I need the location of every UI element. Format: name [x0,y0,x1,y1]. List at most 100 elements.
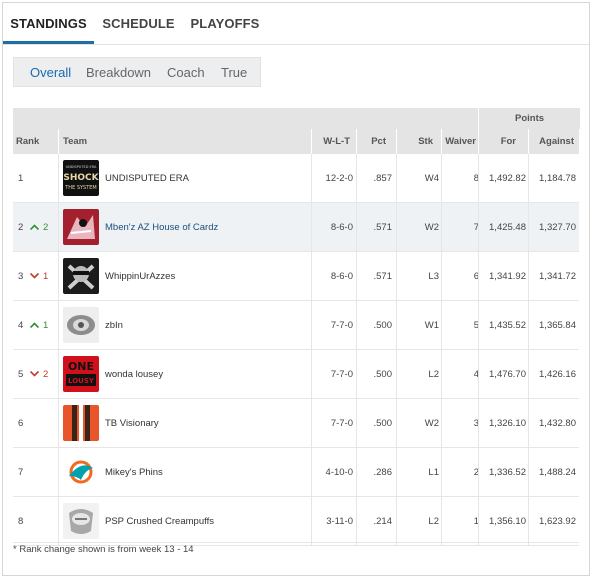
column-divider [58,497,59,546]
waiver-value: 7 [473,222,479,233]
column-divider [528,252,529,301]
column-divider [441,154,442,203]
table-row[interactable]: 4 1 zbIn 7-7-0 .500 W1 5 1,435.52 1,365.84 [13,301,579,350]
column-divider [528,154,529,203]
points-for-value: 1,356.10 [489,516,526,527]
column-divider [356,350,357,399]
team-logo[interactable] [63,503,99,539]
column-divider [441,301,442,350]
rank-change-value: 1 [43,320,49,331]
subtab-true[interactable]: True [221,58,247,86]
team-name-link[interactable]: Mikey's Phins [105,448,163,497]
svg-text:UNDISPUTED ERA: UNDISPUTED ERA [66,165,97,169]
column-divider [58,154,59,203]
tab-schedule[interactable]: SCHEDULE [97,3,180,43]
table-row[interactable]: 6 TB Visionary 7-7-0 .500 W2 3 1,326.10 1,432.8… [13,399,579,448]
column-divider [528,497,529,546]
header-rank[interactable]: Rank [16,129,56,154]
team-name-link[interactable]: wonda lousey [105,350,163,399]
rank-value: 8 [18,516,24,527]
streak-value: L1 [428,467,439,478]
points-against-value: 1,488.24 [539,467,576,478]
column-divider [58,301,59,350]
column-divider [528,350,529,399]
points-against-value: 1,327.70 [539,222,576,233]
column-divider [311,448,312,497]
team-logo[interactable] [63,454,99,490]
team-logo[interactable] [63,258,99,294]
pct-value: .571 [373,271,393,282]
footnote-divider [13,542,579,543]
subtab-overall[interactable]: Overall [30,58,71,86]
waiver-value: 8 [473,173,479,184]
rank-change-value: 2 [43,222,49,233]
arrow-up-icon [30,222,43,233]
team-name-link[interactable]: UNDISPUTED ERA [105,154,189,203]
subtab-breakdown[interactable]: Breakdown [86,58,151,86]
subtab-coach[interactable]: Coach [167,58,205,86]
points-against-value: 1,432.80 [539,418,576,429]
team-name-link[interactable]: zbIn [105,301,123,350]
waiver-value: 5 [473,320,479,331]
points-against-value: 1,623.92 [539,516,576,527]
column-divider [311,203,312,252]
column-divider [356,154,357,203]
column-divider [311,497,312,546]
table-row[interactable]: 8 PSP Crushed Creampuffs 3-11-0 .214 L2 1 1,35… [13,497,579,546]
team-name-link[interactable]: Mben'z AZ House of Cardz [105,203,218,252]
points-against-value: 1,184.78 [539,173,576,184]
column-divider [478,203,479,252]
table-row[interactable]: 7 Mikey's Phins 4-10-0 .286 L1 2 1,336.52 1,488… [13,448,579,497]
column-divider [478,350,479,399]
table-row[interactable]: 5 2 ONE LOUSY wonda lousey 7-7-0 .500 L2 4 1,476.… [13,350,579,399]
pct-value: .500 [373,369,393,380]
record-value: 12-2-0 [325,173,353,184]
tab-standings[interactable]: STANDINGS [3,3,94,44]
column-divider [478,448,479,497]
team-logo[interactable] [63,209,99,245]
header-for[interactable]: For [478,129,528,154]
column-divider [478,252,479,301]
record-value: 8-6-0 [330,222,353,233]
team-logo[interactable]: ONE LOUSY [63,356,99,392]
header-pct[interactable]: Pct [356,129,396,154]
column-divider [311,252,312,301]
rank-change: 1 [30,252,48,301]
rank-value: 4 [18,320,24,331]
record-value: 3-11-0 [326,516,353,527]
header-waiver[interactable]: Waiver [441,129,478,154]
column-divider [441,350,442,399]
column-divider [356,252,357,301]
team-name-link[interactable]: PSP Crushed Creampuffs [105,497,214,546]
team-logo[interactable] [63,405,99,441]
team-name-link[interactable]: TB Visionary [105,399,159,448]
rank-change: 2 [30,203,48,252]
column-divider [356,301,357,350]
header-against[interactable]: Against [528,129,579,154]
table-row[interactable]: 3 1 WhippinUrAzzes 8-6-0 .571 L3 6 1,341.92 1,34… [13,252,579,301]
header-stk[interactable]: Stk [396,129,441,154]
column-divider [441,497,442,546]
column-divider [396,301,397,350]
table-header: Rank Team W-L-T Pct Stk Waiver For Again… [13,129,579,154]
header-wlt[interactable]: W-L-T [311,129,356,154]
points-against-value: 1,426.16 [539,369,576,380]
table-row[interactable]: 1 UNDISPUTED ERA SHOCK THE SYSTEM UNDISPUTED… [13,154,579,203]
team-name-link[interactable]: WhippinUrAzzes [105,252,175,301]
table-row[interactable]: 2 2 Mben'z AZ House of Cardz 8-6-0 .571 W2 7 1,… [13,203,579,252]
column-divider [58,350,59,399]
team-logo[interactable]: UNDISPUTED ERA SHOCK THE SYSTEM [63,160,99,196]
column-divider [311,350,312,399]
column-divider [356,497,357,546]
column-divider [478,399,479,448]
column-divider [441,203,442,252]
rank-value: 6 [18,418,24,429]
tab-playoffs[interactable]: PLAYOFFS [185,3,265,43]
streak-value: L2 [428,369,439,380]
streak-value: L3 [428,271,439,282]
points-against-value: 1,365.84 [539,320,576,331]
header-team[interactable]: Team [58,129,313,154]
team-logo[interactable] [63,307,99,343]
points-group-label: Points [478,108,580,129]
pct-value: .500 [373,320,393,331]
